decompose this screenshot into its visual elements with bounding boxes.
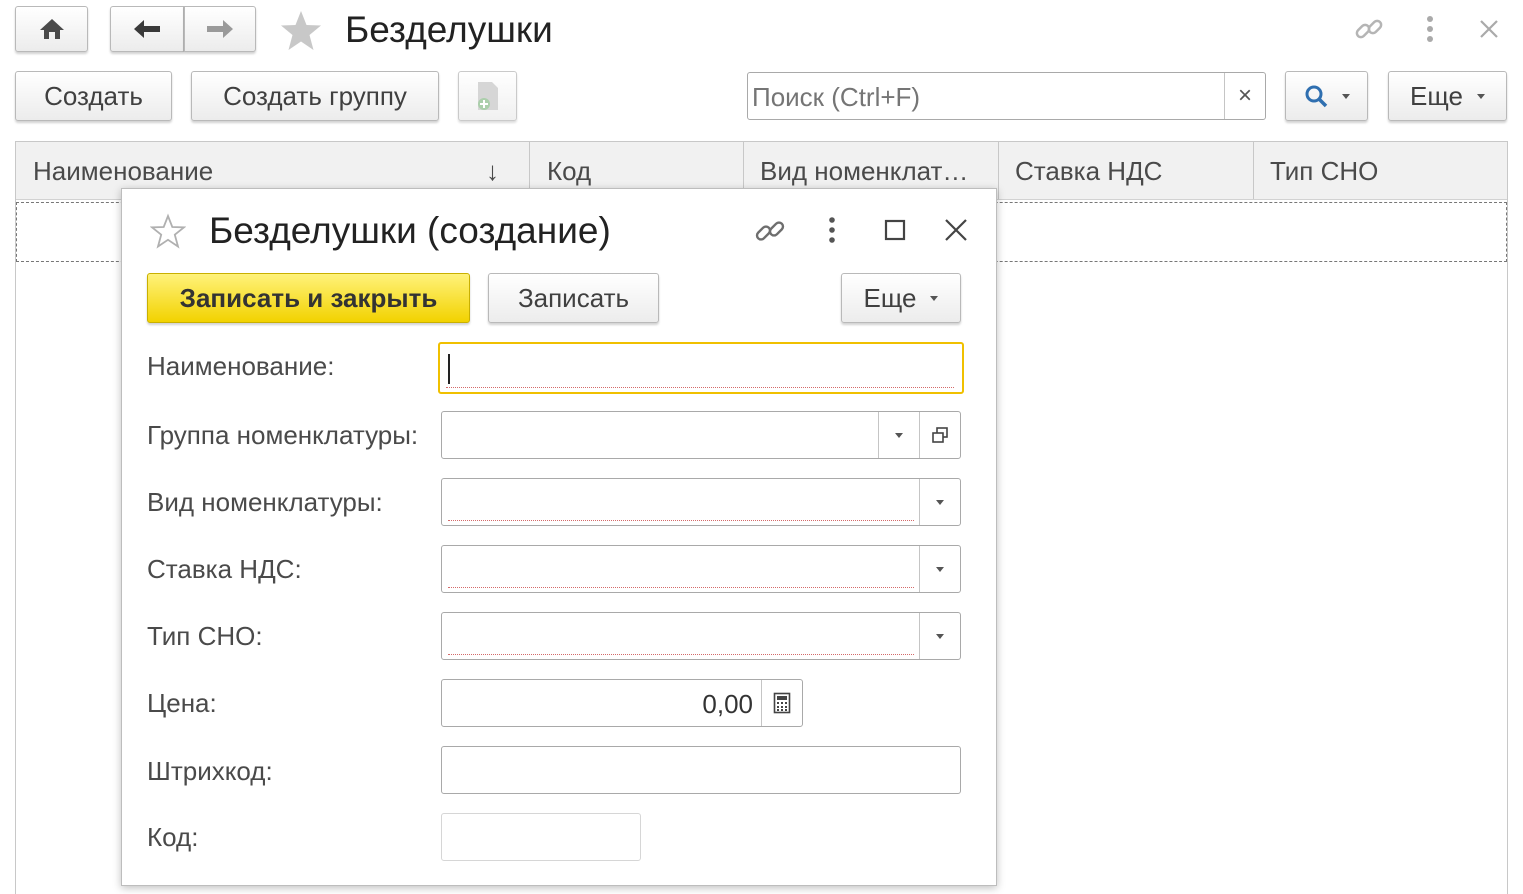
chevron-down-icon [936,566,944,572]
price-input[interactable]: 0,00 [441,679,803,727]
group-open-button[interactable] [920,412,960,458]
copy-button[interactable] [458,71,517,121]
back-button[interactable] [110,6,184,52]
create-button[interactable]: Создать [15,71,172,121]
vertical-dots-icon [829,217,835,243]
forward-button[interactable] [184,6,256,52]
group-label: Группа номенклатуры: [147,420,419,450]
maximize-icon [884,219,906,241]
vat-label: Ставка НДС: [147,554,302,584]
dialog-title: Безделушки (создание) [209,210,611,251]
document-add-icon [477,82,498,110]
vat-select[interactable] [441,545,961,593]
favorite-star[interactable] [278,8,326,54]
search-button[interactable] [1285,71,1368,121]
star-icon [281,11,321,50]
star-outline-icon [149,213,187,249]
close-icon [945,219,967,241]
arrow-left-icon [134,20,160,38]
chevron-down-icon [1476,93,1485,99]
price-value: 0,00 [702,689,753,719]
column-header-name[interactable]: Наименование [33,156,473,187]
home-button[interactable] [15,6,88,52]
dialog-close-button[interactable] [943,217,969,243]
dialog-menu-button[interactable] [822,215,842,245]
chevron-down-icon [936,633,944,639]
chevron-down-icon [936,499,944,505]
dialog-more-label: Еще [863,282,917,313]
group-dropdown-button[interactable] [879,412,919,458]
more-button-label: Еще [1410,80,1463,111]
arrow-right-icon [207,20,233,38]
chevron-down-icon [930,295,939,301]
barcode-label: Штрихкод: [147,756,273,786]
more-button[interactable]: Еще [1388,71,1507,121]
link-icon [755,221,785,241]
column-header-vat[interactable]: Ставка НДС [1015,156,1250,187]
kind-dropdown-button[interactable] [920,479,960,525]
tax-dropdown-button[interactable] [920,613,960,659]
column-header-tax[interactable]: Тип СНО [1270,156,1500,187]
save-and-close-button[interactable]: Записать и закрыть [147,273,470,323]
column-header-kind[interactable]: Вид номенклат… [760,156,995,187]
code-label: Код: [147,822,199,852]
price-label: Цена: [147,688,217,718]
link-icon [1355,19,1383,39]
create-dialog: Безделушки (создание) Записать и закрыть… [121,188,997,886]
column-header-code[interactable]: Код [547,156,737,187]
create-group-button[interactable]: Создать группу [191,71,439,121]
chevron-down-icon [895,432,903,438]
save-button[interactable]: Записать [488,273,659,323]
open-window-icon [932,427,948,443]
dialog-maximize-button[interactable] [882,217,908,243]
close-icon [1480,20,1498,38]
group-select[interactable] [441,411,961,459]
search-field[interactable]: × [747,72,1266,120]
tax-label: Тип СНО: [147,621,263,651]
name-label: Наименование: [147,351,335,381]
name-input[interactable] [438,342,964,394]
vertical-dots-icon [1427,16,1433,42]
chevron-down-icon [1341,93,1350,99]
barcode-input[interactable] [441,746,961,794]
search-icon [1305,85,1327,108]
kind-label: Вид номенклатуры: [147,487,383,517]
tax-select[interactable] [441,612,961,660]
dialog-link-button[interactable] [752,213,788,249]
dialog-more-button[interactable]: Еще [841,273,961,323]
link-button[interactable] [1352,12,1386,46]
dialog-favorite-button[interactable] [149,213,188,249]
kind-select[interactable] [441,478,961,526]
home-icon [39,19,64,39]
search-clear-button[interactable]: × [1225,73,1265,119]
vat-dropdown-button[interactable] [920,546,960,592]
search-input[interactable] [750,75,1224,119]
window-menu-button[interactable] [1420,14,1440,44]
calculator-icon [773,692,791,714]
page-title: Безделушки [345,9,553,50]
calculator-button[interactable] [762,680,802,726]
code-input [441,813,641,861]
sort-indicator: ↓ [486,156,499,186]
window-close-button[interactable] [1476,16,1502,42]
